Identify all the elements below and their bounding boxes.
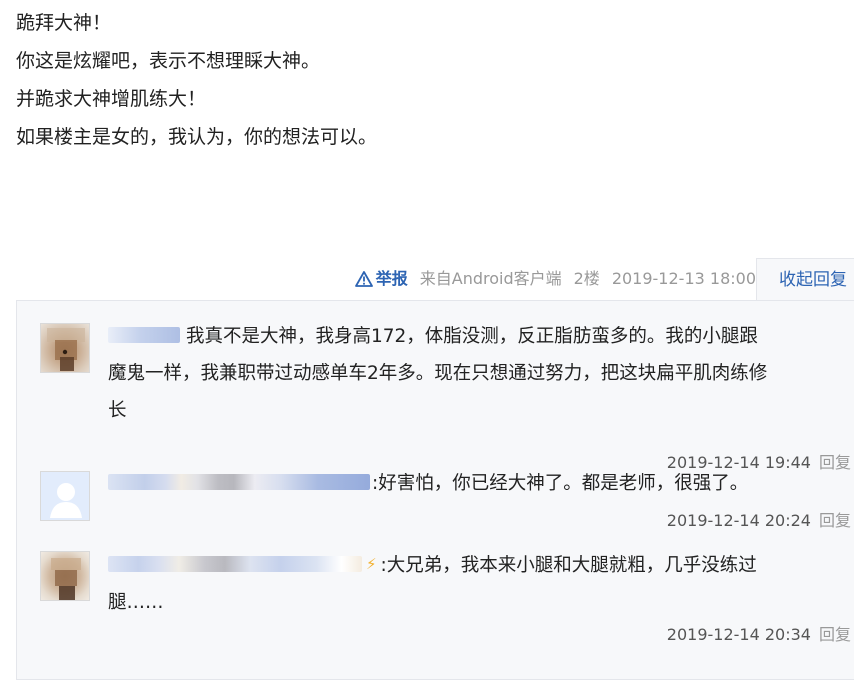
post-line: 如果楼主是女的，我认为，你的想法可以。 [16,126,378,148]
post-time: 2019-12-13 18:00 [611,269,756,288]
report-link[interactable]: 举报 [354,269,408,288]
reply-text-line: :好害怕，你已经大神了。都是老师，很强了。 [372,473,749,494]
reply-text-line: 我真不是大神，我身高172，体脂没测，反正脂肪蛮多的。我的小腿跟 [186,326,758,347]
reply-text-line: 长 [108,400,127,421]
reply-button[interactable]: 回复 [819,511,851,530]
post-line: 跪拜大神！ [16,12,112,34]
reply-time: 2019-12-14 20:24 [666,511,811,530]
username-redacted[interactable] [108,474,370,490]
reply-text-line: 魔鬼一样，我兼职带过动感单车2年多。现在只想通过努力，把这块扁平肌肉练修 [108,363,768,384]
post-source: 来自Android客户端 [419,269,562,288]
reply-panel: 我真不是大神，我身高172，体脂没测，反正脂肪蛮多的。我的小腿跟 魔鬼一样，我兼… [16,300,854,680]
post-line: 你这是炫耀吧，表示不想理睬大神。 [16,50,321,72]
reply-text: ⚡:大兄弟，我本来小腿和大腿就粗，几乎没练过 腿…… [108,546,854,621]
post-meta-info: 举报 来自Android客户端 2楼 2019-12-13 18:00 [354,258,756,300]
reply-text: 我真不是大神，我身高172，体脂没测，反正脂肪蛮多的。我的小腿跟 魔鬼一样，我兼… [108,318,854,429]
post-content: 跪拜大神！ 你这是炫耀吧，表示不想理睬大神。 并跪求大神增肌练大！ 如果楼主是女… [16,4,846,156]
lightning-icon: ⚡ [366,555,377,573]
avatar[interactable] [40,471,90,521]
post-line: 并跪求大神增肌练大！ [16,88,207,110]
reply-button[interactable]: 回复 [819,625,851,644]
post-meta-bar: 举报 来自Android客户端 2楼 2019-12-13 18:00 收起回复 [0,258,854,300]
username-redacted[interactable] [108,327,180,343]
reply-time: 2019-12-14 20:34 [666,625,811,644]
username-redacted[interactable] [108,556,362,572]
default-user-icon [41,472,89,520]
reply-meta: 2019-12-14 20:34 回复 [667,621,851,645]
reply-text-line: :大兄弟，我本来小腿和大腿就粗，几乎没练过 [380,555,757,576]
avatar-blurred-photo-icon [41,552,89,600]
warning-icon [354,261,373,303]
reply-text: :好害怕，你已经大神了。都是老师，很强了。 [108,465,854,502]
avatar[interactable] [40,551,90,601]
reply-meta: 2019-12-14 20:24 回复 [667,507,851,531]
report-label: 举报 [375,269,408,288]
reply-text-line: 腿…… [108,592,164,613]
collapse-replies-button[interactable]: 收起回复 [756,258,854,300]
post-floor: 2楼 [573,269,600,288]
